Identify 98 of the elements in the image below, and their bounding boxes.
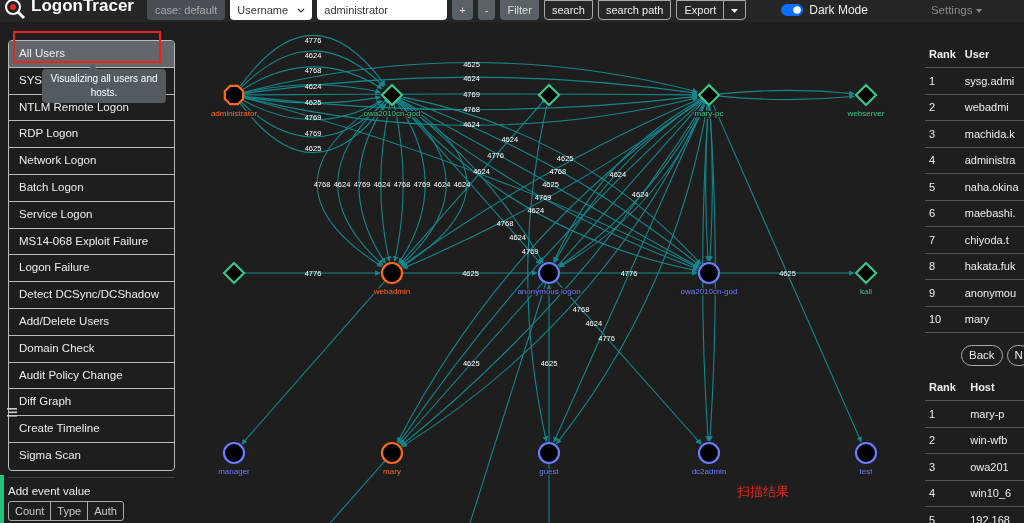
sidebar-item[interactable]: Add/Delete Users xyxy=(9,308,174,336)
user-node[interactable] xyxy=(697,261,721,285)
table-cell: hakata.fuk xyxy=(960,253,1024,280)
event-value-option[interactable]: Auth xyxy=(87,500,124,522)
sidebar-item[interactable]: Create Timeline xyxy=(9,416,174,443)
table-cell: anonymou xyxy=(960,279,1024,306)
table-cell: mary-p xyxy=(966,400,1024,428)
table-cell: maebashi. xyxy=(960,200,1024,227)
host-node[interactable] xyxy=(697,83,721,107)
search-type-select[interactable]: Username xyxy=(230,0,313,20)
table-cell: 1 xyxy=(925,400,967,428)
toolbar-button[interactable]: Filter xyxy=(500,0,539,20)
user-node[interactable] xyxy=(697,441,721,465)
settings-menu[interactable]: Settings xyxy=(930,0,982,20)
table-cell: owa201 xyxy=(966,453,1024,481)
toolbar-button[interactable]: search xyxy=(543,0,593,20)
node-label: dc2admin xyxy=(691,467,727,476)
table-cell: naha.okina xyxy=(960,173,1024,200)
table-cell: sysg.admi xyxy=(960,67,1024,94)
table-cell: 7 xyxy=(925,226,961,253)
sidebar-item[interactable]: Network Logon xyxy=(9,148,174,175)
toolbar-button[interactable]: + xyxy=(452,0,473,20)
chevron-down-icon xyxy=(297,7,306,13)
sidebar-item[interactable]: Batch Logon xyxy=(9,175,174,202)
table-cell: 192.168 xyxy=(966,506,1024,523)
app-logo-text: LogonTracer xyxy=(31,0,134,15)
event-value-label: Add event value xyxy=(8,476,175,498)
sidebar-item[interactable]: Logon Failure xyxy=(9,255,174,283)
table-cell: 10 xyxy=(925,306,961,333)
table-cell: machida.k xyxy=(960,120,1024,147)
user-node[interactable] xyxy=(537,441,561,465)
host-node[interactable] xyxy=(854,261,878,285)
toolbar-button[interactable]: search path xyxy=(597,0,672,20)
sidebar-item[interactable]: Audit Policy Change xyxy=(9,362,174,390)
node-label: owa2010cn-god xyxy=(680,287,738,296)
sidebar-item[interactable]: All Users xyxy=(9,41,174,68)
list-icon[interactable] xyxy=(7,408,17,417)
table-cell: 5 xyxy=(925,173,961,200)
column-header: Host xyxy=(966,374,1024,401)
admin-node[interactable] xyxy=(223,84,245,106)
host-node[interactable] xyxy=(380,83,404,107)
table-cell: 3 xyxy=(925,453,967,481)
table-cell: 2 xyxy=(925,94,961,121)
caret-icon xyxy=(975,8,982,13)
table-cell: chiyoda.t xyxy=(960,226,1024,253)
table-cell: win-wfb xyxy=(966,427,1024,454)
column-header: User xyxy=(960,41,1024,68)
table-cell: 5 xyxy=(925,506,967,523)
sidebar-item[interactable]: MS14-068 Exploit Failure xyxy=(9,228,174,256)
table-cell: win10_6 xyxy=(966,480,1024,507)
user-node[interactable] xyxy=(380,441,404,465)
node-label: test xyxy=(859,467,873,476)
side-handle[interactable] xyxy=(0,475,4,523)
sidebar-item[interactable]: Detect DCSync/DCShadow xyxy=(9,282,174,309)
node-label: webserver xyxy=(847,109,885,118)
node-label: mary xyxy=(383,467,401,476)
toolbar-button[interactable]: - xyxy=(477,0,496,20)
table-cell: webadmi xyxy=(960,94,1024,121)
table-cell: 2 xyxy=(925,427,967,454)
sidebar-item[interactable]: Sigma Scan xyxy=(9,442,174,470)
sidebar-item[interactable]: RDP Logon xyxy=(9,121,174,149)
export-dropdown-button[interactable] xyxy=(723,0,747,20)
tooltip: Visualizing all users and hosts. xyxy=(42,69,166,103)
user-node[interactable] xyxy=(854,441,878,465)
node-label: webadmin xyxy=(373,287,411,296)
table-cell: 3 xyxy=(925,120,961,147)
sidebar-item[interactable]: Service Logon xyxy=(9,201,174,229)
table-cell: 4 xyxy=(925,147,961,174)
export-button[interactable]: Export xyxy=(676,0,725,20)
table-cell: 1 xyxy=(925,67,961,94)
caret-icon xyxy=(731,9,739,14)
node-label: administrator xyxy=(210,109,258,118)
dark-mode-label: Dark Mode xyxy=(809,2,868,19)
table-cell: 6 xyxy=(925,200,961,227)
table-cell: 8 xyxy=(925,253,961,280)
user-node[interactable] xyxy=(380,261,404,285)
node-label: manager xyxy=(218,467,250,476)
user-node[interactable] xyxy=(537,261,561,285)
column-header: Rank xyxy=(925,41,961,68)
search-field[interactable]: administrator xyxy=(317,0,448,20)
table-cell: 9 xyxy=(925,279,961,306)
host-node[interactable] xyxy=(854,83,878,107)
column-header: Rank xyxy=(925,374,967,401)
node-label: anonymous logon xyxy=(517,287,581,296)
host-node[interactable] xyxy=(222,261,246,285)
event-value-option[interactable]: Type xyxy=(50,500,89,522)
annotation-text: 扫描结果 xyxy=(737,483,789,501)
case-badge: case: default xyxy=(146,0,226,20)
sidebar-item[interactable]: Domain Check xyxy=(9,335,174,363)
table-cell: administra xyxy=(960,147,1024,174)
table-cell: mary xyxy=(960,306,1024,333)
node-label: kali xyxy=(860,287,872,296)
node-label: guest xyxy=(539,467,559,476)
host-node[interactable] xyxy=(537,83,561,107)
dark-mode-switch[interactable] xyxy=(781,4,804,16)
event-value-option[interactable]: Count xyxy=(8,500,52,522)
table-cell: 4 xyxy=(925,480,967,507)
user-node[interactable] xyxy=(222,441,246,465)
